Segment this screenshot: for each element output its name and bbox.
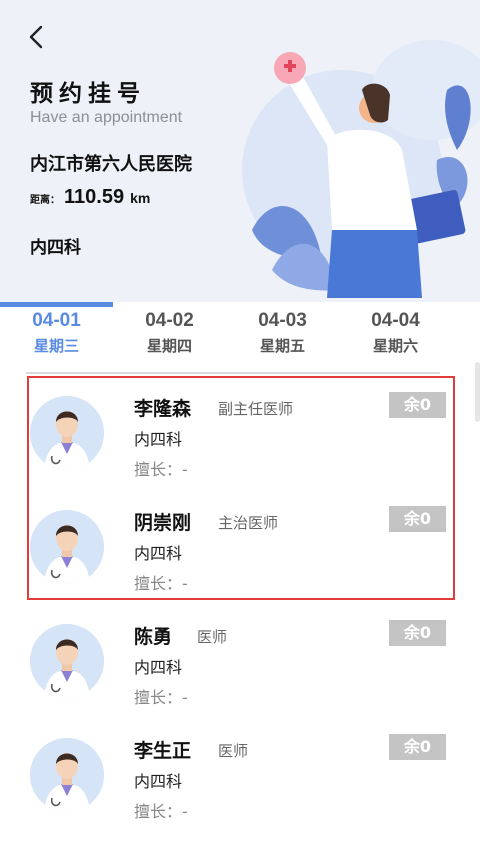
tab-date-2[interactable]: 04-03 星期五 (226, 310, 339, 356)
tab-date-label: 04-01 (32, 310, 81, 331)
doctor-title: 医师 (218, 742, 249, 760)
remaining-slots-badge[interactable]: 余0 (389, 734, 446, 760)
doctor-item[interactable]: 陈勇 医师 内四科 擅长：- 余0 (0, 604, 480, 718)
doctor-avatar-icon (30, 738, 104, 812)
distance-label: 距离： (30, 195, 60, 206)
tab-date-label: 04-04 (371, 310, 420, 331)
page-title: 预约挂号 (30, 81, 146, 107)
doctor-title: 医师 (197, 628, 228, 646)
remaining-slots-badge[interactable]: 余0 (389, 620, 446, 646)
doctor-name: 李生正 (134, 740, 192, 762)
tab-date-label: 04-02 (145, 310, 194, 331)
highlight-box (27, 376, 455, 600)
doctor-specialty: 擅长：- (134, 688, 188, 707)
distance-unit: km (130, 190, 151, 206)
department-name: 内四科 (30, 238, 81, 258)
tab-date-1[interactable]: 04-02 星期四 (113, 310, 226, 356)
active-tab-indicator (0, 302, 113, 307)
tab-day-label: 星期三 (33, 337, 79, 355)
doctor-department: 内四科 (134, 658, 183, 677)
date-tabs: 04-01 星期三 04-02 星期四 04-03 星期五 04-04 星期六 (0, 302, 480, 372)
doctor-specialty: 擅长：- (134, 802, 188, 821)
doctor-name: 陈勇 (134, 626, 173, 648)
distance-info: 距离： 110.59 km (30, 186, 150, 209)
header-banner: 预约挂号 Have an appointment 内江市第六人民医院 距离： 1… (0, 0, 480, 302)
tab-day-label: 星期五 (259, 337, 305, 355)
tab-date-0[interactable]: 04-01 星期三 (0, 310, 113, 356)
tab-day-label: 星期六 (372, 337, 418, 355)
hospital-name: 内江市第六人民医院 (30, 154, 192, 175)
tab-day-label: 星期四 (146, 337, 192, 355)
distance-value: 110.59 (64, 186, 125, 208)
doctor-avatar-icon (30, 624, 104, 698)
back-button[interactable] (22, 22, 52, 52)
doctor-department: 内四科 (134, 772, 183, 791)
doctor-item[interactable]: 李生正 医师 内四科 擅长：- 余0 (0, 718, 480, 832)
page-subtitle: Have an appointment (30, 109, 183, 126)
chevron-left-icon (29, 25, 43, 49)
doctor-avatar (30, 738, 104, 812)
tabs-divider (26, 372, 440, 374)
tab-date-label: 04-03 (258, 310, 307, 331)
doctor-avatar (30, 624, 104, 698)
doctor-illustration (242, 40, 480, 298)
tab-date-3[interactable]: 04-04 星期六 (339, 310, 452, 356)
